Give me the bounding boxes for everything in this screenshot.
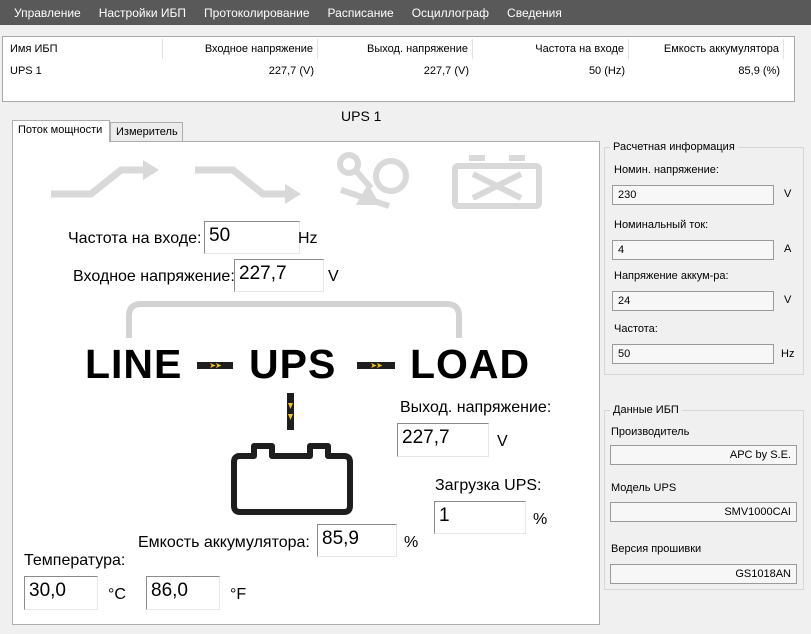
ups-list: Имя ИБП Входное напряжение Выход. напряж… [2, 36, 795, 102]
model-label: Модель UPS [611, 482, 677, 494]
manufacturer-field: APC by S.E. [610, 445, 797, 465]
battery-flow-arrows [288, 402, 293, 420]
battery-fault-icon [452, 155, 542, 209]
menu-item-info[interactable]: Сведения [498, 6, 571, 20]
menu-item-control[interactable]: Управление [0, 6, 90, 20]
input-voltage-unit: V [328, 268, 339, 285]
input-voltage-field: 227,7 [234, 259, 324, 292]
ups-load-unit: % [533, 511, 548, 528]
overload-icon [337, 152, 409, 209]
input-voltage-label: Входное напряжение: [73, 268, 235, 285]
ups-title: UPS 1 [341, 108, 382, 124]
model-field: SMV1000CAI [610, 502, 797, 522]
nominal-voltage-label: Номин. напряжение: [614, 164, 719, 176]
battery-voltage-label: Напряжение аккум-ра: [614, 270, 729, 282]
battery-voltage-unit: V [784, 294, 792, 306]
calc-info-group [604, 147, 804, 375]
output-voltage-label: Выход. напряжение: [400, 399, 552, 416]
list-header: Имя ИБП Входное напряжение Выход. напряж… [3, 39, 794, 61]
firmware-label: Версия прошивки [611, 543, 702, 555]
tab-meter[interactable]: Измеритель [110, 122, 183, 142]
line-label: LINE [85, 341, 183, 387]
battery-icon [231, 443, 353, 515]
frequency-label: Частота: [614, 323, 658, 335]
frequency-field: 50 [612, 344, 774, 364]
power-flow-panel: Частота на входе: 50 Hz Входное напряжен… [12, 141, 600, 625]
temperature-label: Температура: [24, 552, 126, 569]
ups-load-label: Загрузка UPS: [435, 477, 542, 494]
nominal-voltage-field: 230 [612, 185, 774, 205]
output-voltage-unit: V [497, 433, 508, 450]
calc-info-title: Расчетная информация [610, 141, 738, 153]
battery-voltage-field: 24 [612, 291, 774, 311]
flow-bracket [126, 301, 462, 338]
cell-input-frequency: 50 (Hz) [588, 65, 625, 77]
menu-item-ups-settings[interactable]: Настройки ИБП [90, 6, 195, 20]
column-header-name[interactable]: Имя ИБП [3, 39, 163, 59]
battery-capacity-unit: % [404, 534, 419, 551]
input-frequency-unit: Hz [298, 230, 318, 247]
temperature-fahrenheit-field: 86,0 [146, 576, 220, 610]
nominal-current-label: Номинальный ток: [614, 219, 709, 231]
temperature-celsius-unit: °C [108, 586, 126, 603]
line-online-icon [51, 160, 159, 198]
cell-name: UPS 1 [10, 65, 42, 77]
column-header-battery-capacity[interactable]: Емкость аккумулятора [629, 39, 784, 59]
menu-item-schedule[interactable]: Расписание [319, 6, 403, 20]
manufacturer-label: Производитель [611, 426, 690, 438]
input-frequency-field: 50 [204, 221, 300, 254]
ups-load-connector: ➤➤ [357, 362, 395, 370]
menu-item-oscilloscope[interactable]: Осциллограф [403, 6, 498, 20]
menu-item-logging[interactable]: Протоколирование [195, 6, 319, 20]
ups-label: UPS [249, 341, 337, 387]
menu-bar: Управление Настройки ИБП Протоколировани… [0, 0, 811, 25]
load-label: LOAD [410, 341, 531, 387]
list-row[interactable]: UPS 1 227,7 (V) 227,7 (V) 50 (Hz) 85,9 (… [3, 61, 794, 83]
ups-load-field: 1 [434, 501, 526, 534]
tab-power-flow[interactable]: Поток мощности [12, 120, 110, 142]
temperature-fahrenheit-unit: °F [230, 586, 247, 603]
column-header-input-frequency[interactable]: Частота на входе [473, 39, 629, 59]
battery-capacity-field: 85,9 [317, 524, 397, 557]
firmware-field: GS1018AN [610, 564, 797, 584]
line-bypass-icon [195, 166, 301, 204]
nominal-current-field: 4 [612, 240, 774, 260]
input-frequency-label: Частота на входе: [68, 230, 202, 247]
temperature-celsius-field: 30,0 [24, 576, 98, 610]
line-ups-connector: ➤➤ [197, 362, 233, 370]
cell-battery-capacity: 85,9 (%) [738, 65, 780, 77]
frequency-unit: Hz [781, 348, 795, 360]
nominal-voltage-unit: V [784, 188, 792, 200]
cell-output-voltage: 227,7 (V) [423, 65, 469, 77]
column-header-output-voltage[interactable]: Выход. напряжение [318, 39, 473, 59]
cell-input-voltage: 227,7 (V) [268, 65, 314, 77]
output-voltage-field: 227,7 [397, 423, 489, 457]
battery-capacity-label: Емкость аккумулятора: [138, 534, 310, 551]
column-header-input-voltage[interactable]: Входное напряжение [163, 39, 318, 59]
nominal-current-unit: A [784, 243, 792, 255]
ups-data-title: Данные ИБП [610, 404, 682, 416]
ups-battery-connector [287, 393, 294, 430]
